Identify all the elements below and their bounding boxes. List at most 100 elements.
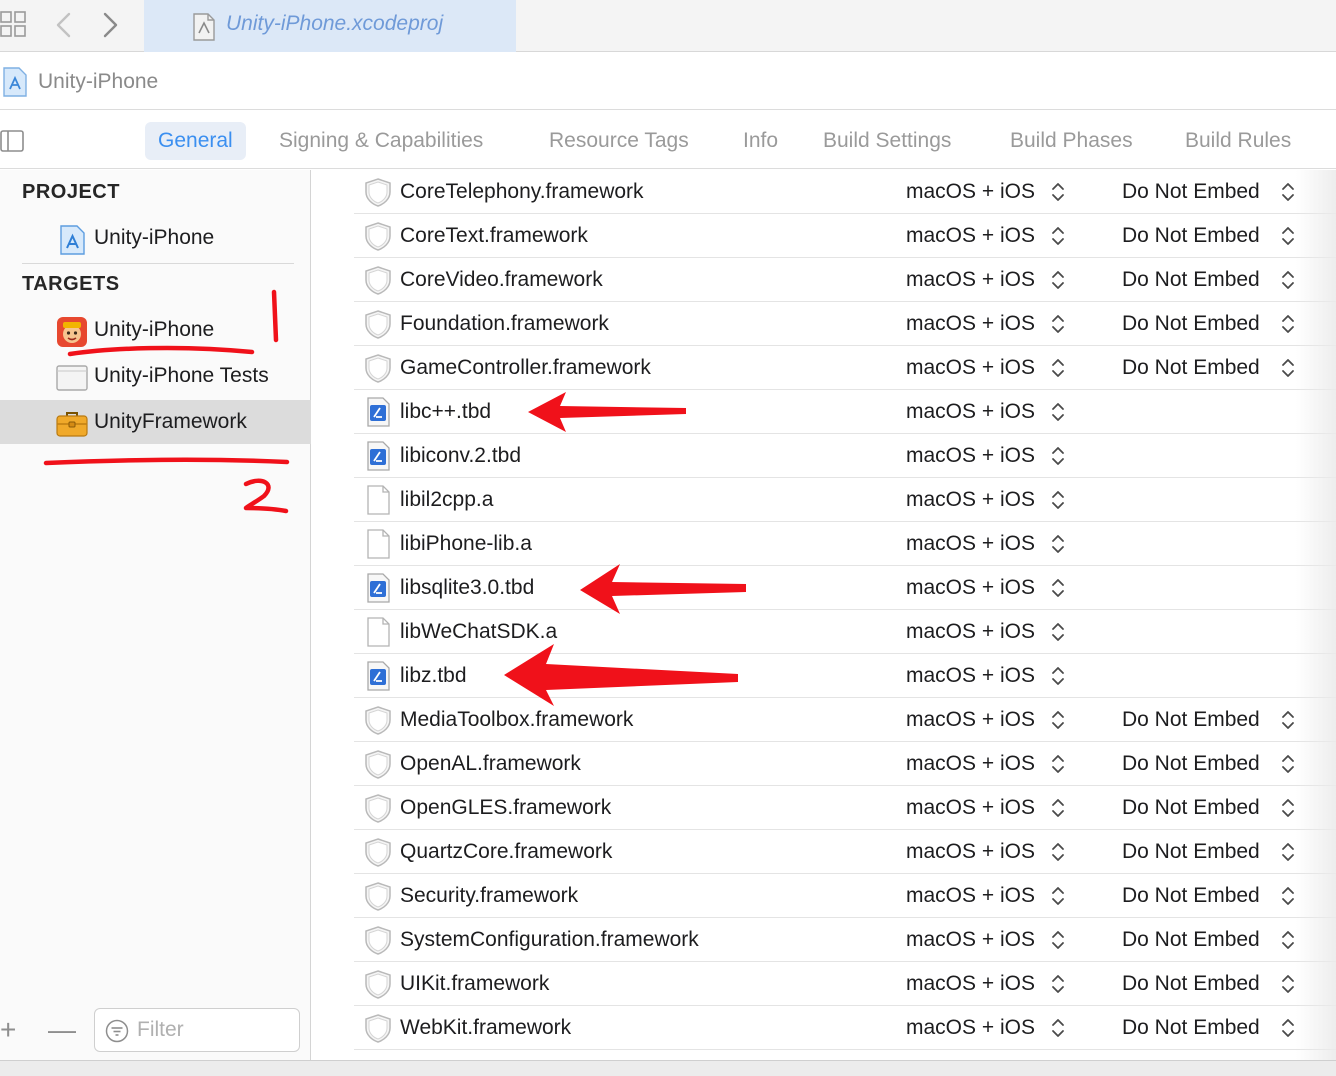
platform-stepper[interactable] [1050,224,1066,248]
embed-stepper[interactable] [1280,796,1296,820]
embed-stepper[interactable] [1280,972,1296,996]
platform-stepper[interactable] [1050,796,1066,820]
platform-stepper[interactable] [1050,752,1066,776]
platform-popup[interactable]: macOS + iOS [906,180,1035,204]
embed-popup[interactable]: Do Not Embed [1122,928,1260,952]
platform-stepper[interactable] [1050,972,1066,996]
platform-stepper[interactable] [1050,576,1066,600]
platform-stepper[interactable] [1050,620,1066,644]
add-target-button[interactable]: + [0,1015,24,1045]
framework-row[interactable]: libWeChatSDK.a macOS + iOS [354,610,1336,654]
framework-row[interactable]: libiconv.2.tbd macOS + iOS [354,434,1336,478]
embed-popup[interactable]: Do Not Embed [1122,268,1260,292]
platform-stepper[interactable] [1050,928,1066,952]
tab-build-settings[interactable]: Build Settings [810,122,964,160]
framework-row[interactable]: GameController.framework macOS + iOS Do No… [354,346,1336,390]
embed-popup[interactable]: Do Not Embed [1122,884,1260,908]
framework-row[interactable]: libil2cpp.a macOS + iOS [354,478,1336,522]
platform-stepper[interactable] [1050,444,1066,468]
filter-field[interactable] [94,1008,300,1052]
framework-row[interactable]: CoreText.framework macOS + iOS Do Not Embe… [354,214,1336,258]
embed-popup[interactable]: Do Not Embed [1122,796,1260,820]
tab-build-rules[interactable]: Build Rules [1172,122,1304,160]
embed-popup[interactable]: Do Not Embed [1122,840,1260,864]
framework-row[interactable]: CoreVideo.framework macOS + iOS Do Not Emb… [354,258,1336,302]
platform-popup[interactable]: macOS + iOS [906,796,1035,820]
platform-popup[interactable]: macOS + iOS [906,576,1035,600]
embed-stepper[interactable] [1280,224,1296,248]
embed-popup[interactable]: Do Not Embed [1122,356,1260,380]
tab-resource-tags[interactable]: Resource Tags [536,122,702,160]
platform-stepper[interactable] [1050,1016,1066,1040]
embed-stepper[interactable] [1280,928,1296,952]
tab-signing-capabilities[interactable]: Signing & Capabilities [266,122,496,160]
platform-stepper[interactable] [1050,532,1066,556]
platform-popup[interactable]: macOS + iOS [906,664,1035,688]
platform-popup[interactable]: macOS + iOS [906,444,1035,468]
platform-stepper[interactable] [1050,664,1066,688]
embed-popup[interactable]: Do Not Embed [1122,1016,1260,1040]
platform-popup[interactable]: macOS + iOS [906,928,1035,952]
platform-stepper[interactable] [1050,488,1066,512]
framework-row[interactable]: OpenGLES.framework macOS + iOS Do Not Embe… [354,786,1336,830]
framework-row[interactable]: libsqlite3.0.tbd macOS + iOS [354,566,1336,610]
framework-row[interactable]: Foundation.framework macOS + iOS Do Not Em… [354,302,1336,346]
file-tab[interactable]: Unity-iPhone.xcodeproj [144,0,516,52]
platform-stepper[interactable] [1050,268,1066,292]
platform-stepper[interactable] [1050,708,1066,732]
tab-info[interactable]: Info [730,122,791,160]
framework-row[interactable]: libc++.tbd macOS + iOS [354,390,1336,434]
embed-stepper[interactable] [1280,708,1296,732]
framework-row[interactable]: MediaToolbox.framework macOS + iOS Do Not … [354,698,1336,742]
remove-target-button[interactable]: — [48,1015,76,1045]
breadcrumb-label[interactable]: Unity-iPhone [38,70,158,94]
embed-popup[interactable]: Do Not Embed [1122,972,1260,996]
framework-row[interactable]: CoreTelephony.framework macOS + iOS Do Not… [354,170,1336,214]
framework-row[interactable]: QuartzCore.framework macOS + iOS Do Not Em… [354,830,1336,874]
framework-row[interactable]: libz.tbd macOS + iOS [354,654,1336,698]
framework-row[interactable]: UIKit.framework macOS + iOS Do Not Embed [354,962,1336,1006]
framework-row[interactable]: OpenAL.framework macOS + iOS Do Not Embed [354,742,1336,786]
platform-stepper[interactable] [1050,356,1066,380]
platform-stepper[interactable] [1050,180,1066,204]
platform-popup[interactable]: macOS + iOS [906,224,1035,248]
platform-popup[interactable]: macOS + iOS [906,1016,1035,1040]
platform-popup[interactable]: macOS + iOS [906,400,1035,424]
embed-stepper[interactable] [1280,356,1296,380]
platform-stepper[interactable] [1050,400,1066,424]
platform-popup[interactable]: macOS + iOS [906,312,1035,336]
related-items-grid-icon[interactable] [0,10,28,38]
platform-stepper[interactable] [1050,884,1066,908]
sidebar-item-target-unity-iphone[interactable]: Unity-iPhone [0,308,311,352]
tab-general[interactable]: General [145,122,246,160]
embed-stepper[interactable] [1280,268,1296,292]
framework-row[interactable]: SystemConfiguration.framework macOS + iOS… [354,918,1336,962]
sidebar-toggle-icon[interactable] [0,130,24,152]
embed-stepper[interactable] [1280,1016,1296,1040]
embed-popup[interactable]: Do Not Embed [1122,312,1260,336]
embed-popup[interactable]: Do Not Embed [1122,752,1260,776]
sidebar-item-target-unityframework[interactable]: UnityFramework [0,400,311,444]
embed-stepper[interactable] [1280,840,1296,864]
platform-popup[interactable]: macOS + iOS [906,356,1035,380]
embed-popup[interactable]: Do Not Embed [1122,180,1260,204]
framework-row[interactable]: Security.framework macOS + iOS Do Not Embe… [354,874,1336,918]
platform-popup[interactable]: macOS + iOS [906,532,1035,556]
platform-popup[interactable]: macOS + iOS [906,840,1035,864]
framework-row[interactable]: libiPhone-lib.a macOS + iOS [354,522,1336,566]
tab-build-phases[interactable]: Build Phases [997,122,1146,160]
embed-stepper[interactable] [1280,752,1296,776]
framework-row[interactable]: WebKit.framework macOS + iOS Do Not Embed [354,1006,1336,1050]
sidebar-item-target-unity-iphone-tests[interactable]: Unity-iPhone Tests [0,354,311,398]
platform-popup[interactable]: macOS + iOS [906,620,1035,644]
embed-stepper[interactable] [1280,312,1296,336]
platform-popup[interactable]: macOS + iOS [906,488,1035,512]
embed-popup[interactable]: Do Not Embed [1122,708,1260,732]
platform-popup[interactable]: macOS + iOS [906,752,1035,776]
platform-stepper[interactable] [1050,840,1066,864]
embed-stepper[interactable] [1280,884,1296,908]
platform-popup[interactable]: macOS + iOS [906,972,1035,996]
platform-popup[interactable]: macOS + iOS [906,268,1035,292]
sidebar-item-project[interactable]: Unity-iPhone [0,216,311,260]
embed-popup[interactable]: Do Not Embed [1122,224,1260,248]
